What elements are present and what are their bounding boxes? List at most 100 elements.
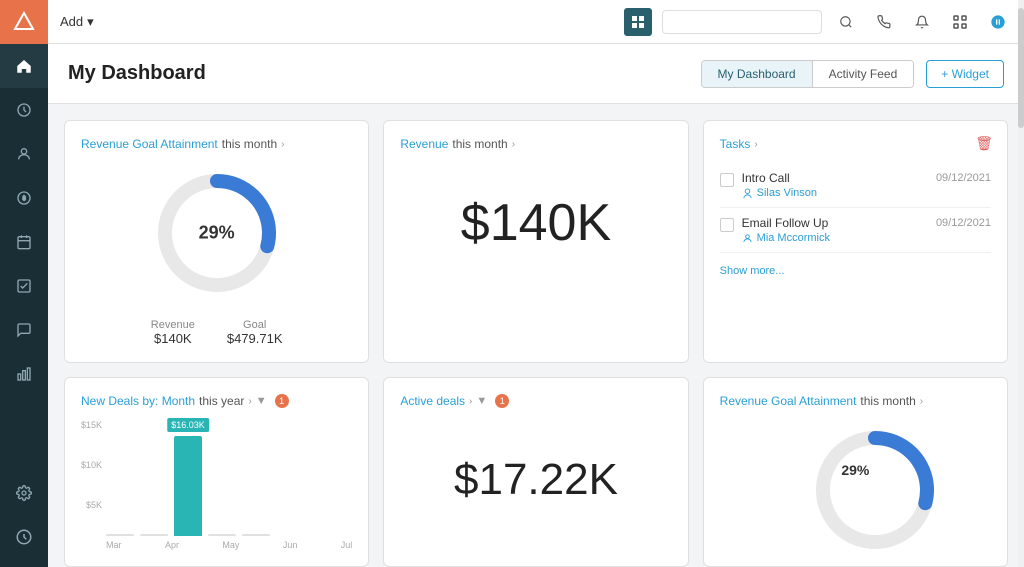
search-input[interactable] [662,10,822,34]
scrollbar-thumb[interactable] [1018,8,1024,128]
widget-revenue-title: Revenue this month › [400,137,671,151]
revenue-chevron-icon: › [512,139,515,150]
tab-activity-feed[interactable]: Activity Feed [813,61,914,87]
revenue-value: $140K [151,331,195,346]
y-label-10k: $10K [81,460,102,470]
chevron-right-icon: › [281,139,284,150]
y-label-15k: $15K [81,420,102,430]
axis-apr: Apr [165,540,179,550]
donut-chart: 29% [147,163,287,303]
search-icon[interactable] [832,8,860,36]
donut-container: 29% Revenue $140K Goal $479.71K [81,163,352,346]
sidebar-item-home[interactable] [0,44,48,88]
add-menu[interactable]: Add ▾ [60,14,94,30]
sidebar-item-clock[interactable] [0,88,48,132]
revenue-goal-title-link[interactable]: Revenue Goal Attainment [81,137,218,151]
widget-new-deals-title: New Deals by: Month this year › ▼ 1 [81,394,352,408]
dashboard: Revenue Goal Attainment this month › 29%… [48,104,1024,567]
task-content-1: Intro Call 09/12/2021 Silas Vinson [742,171,991,199]
bar-chart: $16.03K [106,420,352,536]
new-deals-chevron-icon: › [248,396,251,407]
active-deals-big-number: $17.22K [400,420,671,540]
goal-value: $479.71K [227,331,283,346]
delete-icon[interactable]: 🗑 [975,135,993,152]
sidebar-item-settings[interactable] [0,471,48,515]
tasks-chevron-icon: › [754,139,757,150]
task-person-name-2: Mia Mccormick [757,232,830,244]
task-checkbox-2[interactable] [720,218,734,232]
bar-jul[interactable] [242,534,270,536]
bar-wrap-apr [140,534,168,536]
active-deals-filter-icon[interactable]: ▼ [476,395,487,407]
phone-icon[interactable] [870,8,898,36]
axis-jun: Jun [283,540,298,550]
widget-active-deals: Active deals › ▼ 1 $17.22K [383,377,688,567]
filter-icon[interactable]: ▼ [256,395,267,407]
bar-may[interactable]: $16.03K [174,436,202,536]
task-person-2[interactable]: Mia Mccormick [742,232,991,244]
add-label: Add [60,14,83,29]
bar-jun[interactable] [208,534,236,536]
revenue-goal-2-title-link[interactable]: Revenue Goal Attainment [720,394,857,408]
donut-label: 29% [199,223,235,244]
revenue-title-link[interactable]: Revenue [400,137,448,151]
show-more-link[interactable]: Show more... [720,265,991,277]
donut-chart-2: 29% [805,420,905,520]
bar-wrap-jun [208,534,236,536]
sidebar-item-zendesk[interactable] [0,515,48,559]
bar-axis: Mar Apr May Jun Jul [106,540,352,550]
zendesk-icon[interactable] [984,8,1012,36]
revenue-goal-2-period: this month [860,394,915,408]
page-title: My Dashboard [68,62,689,85]
task-checkbox-1[interactable] [720,173,734,187]
tab-group: My Dashboard Activity Feed [701,60,915,88]
sidebar-item-messages[interactable] [0,308,48,352]
widget-revenue-goal: Revenue Goal Attainment this month › 29%… [64,120,369,363]
y-label-5k: $5K [81,500,102,510]
revenue-big-number: $140K [400,163,671,283]
task-date-1: 09/12/2021 [936,172,991,184]
task-person-1[interactable]: Silas Vinson [742,187,991,199]
tasks-title-link[interactable]: Tasks [720,137,751,151]
widget-active-deals-title: Active deals › ▼ 1 [400,394,671,408]
widget-revenue-goal-title: Revenue Goal Attainment this month › [81,137,352,151]
widget-revenue-goal-2-title: Revenue Goal Attainment this month › [720,394,991,408]
tab-my-dashboard[interactable]: My Dashboard [702,61,813,87]
sidebar-item-reports[interactable] [0,352,48,396]
svg-text:$: $ [23,196,26,202]
grid-icon[interactable] [624,8,652,36]
widget-revenue-goal-2: Revenue Goal Attainment this month › 29% [703,377,1008,567]
chevron-down-icon: ▾ [87,14,94,30]
sidebar-item-calendar[interactable] [0,220,48,264]
axis-may: May [222,540,239,550]
donut-container-2: 29% [720,420,991,536]
task-name-1: Intro Call [742,171,790,185]
widget-tasks-title: Tasks › [720,137,991,151]
donut-label-2: 29% [841,462,869,478]
axis-jul: Jul [341,540,353,550]
main-area: Add ▾ My Dashbo [48,0,1024,567]
new-deals-title-link[interactable]: New Deals by: Month [81,394,195,408]
content-header: My Dashboard My Dashboard Activity Feed … [48,44,1024,104]
scrollbar-track[interactable] [1018,0,1024,567]
bar-mar[interactable] [106,534,134,536]
bell-icon[interactable] [908,8,936,36]
apps-icon[interactable] [946,8,974,36]
revenue-goal-period: this month [222,137,277,151]
task-item-2: Email Follow Up 09/12/2021 Mia Mccormick [720,208,991,253]
bar-apr[interactable] [140,534,168,536]
sidebar-item-deals[interactable]: $ [0,176,48,220]
sidebar-item-tasks[interactable] [0,264,48,308]
active-deals-chevron-icon: › [469,396,472,407]
active-deals-title-link[interactable]: Active deals [400,394,465,408]
sidebar-item-contacts[interactable] [0,132,48,176]
new-deals-period: this year [199,394,244,408]
bar-wrap-may: $16.03K [174,436,202,536]
revenue-goal-2-chevron-icon: › [920,396,923,407]
task-item: Intro Call 09/12/2021 Silas Vinson [720,163,991,208]
bar-tooltip-may: $16.03K [167,418,209,432]
task-content-2: Email Follow Up 09/12/2021 Mia Mccormick [742,216,991,244]
add-widget-button[interactable]: + Widget [926,60,1004,88]
active-deals-filter-badge: 1 [495,394,509,408]
filter-badge: 1 [275,394,289,408]
